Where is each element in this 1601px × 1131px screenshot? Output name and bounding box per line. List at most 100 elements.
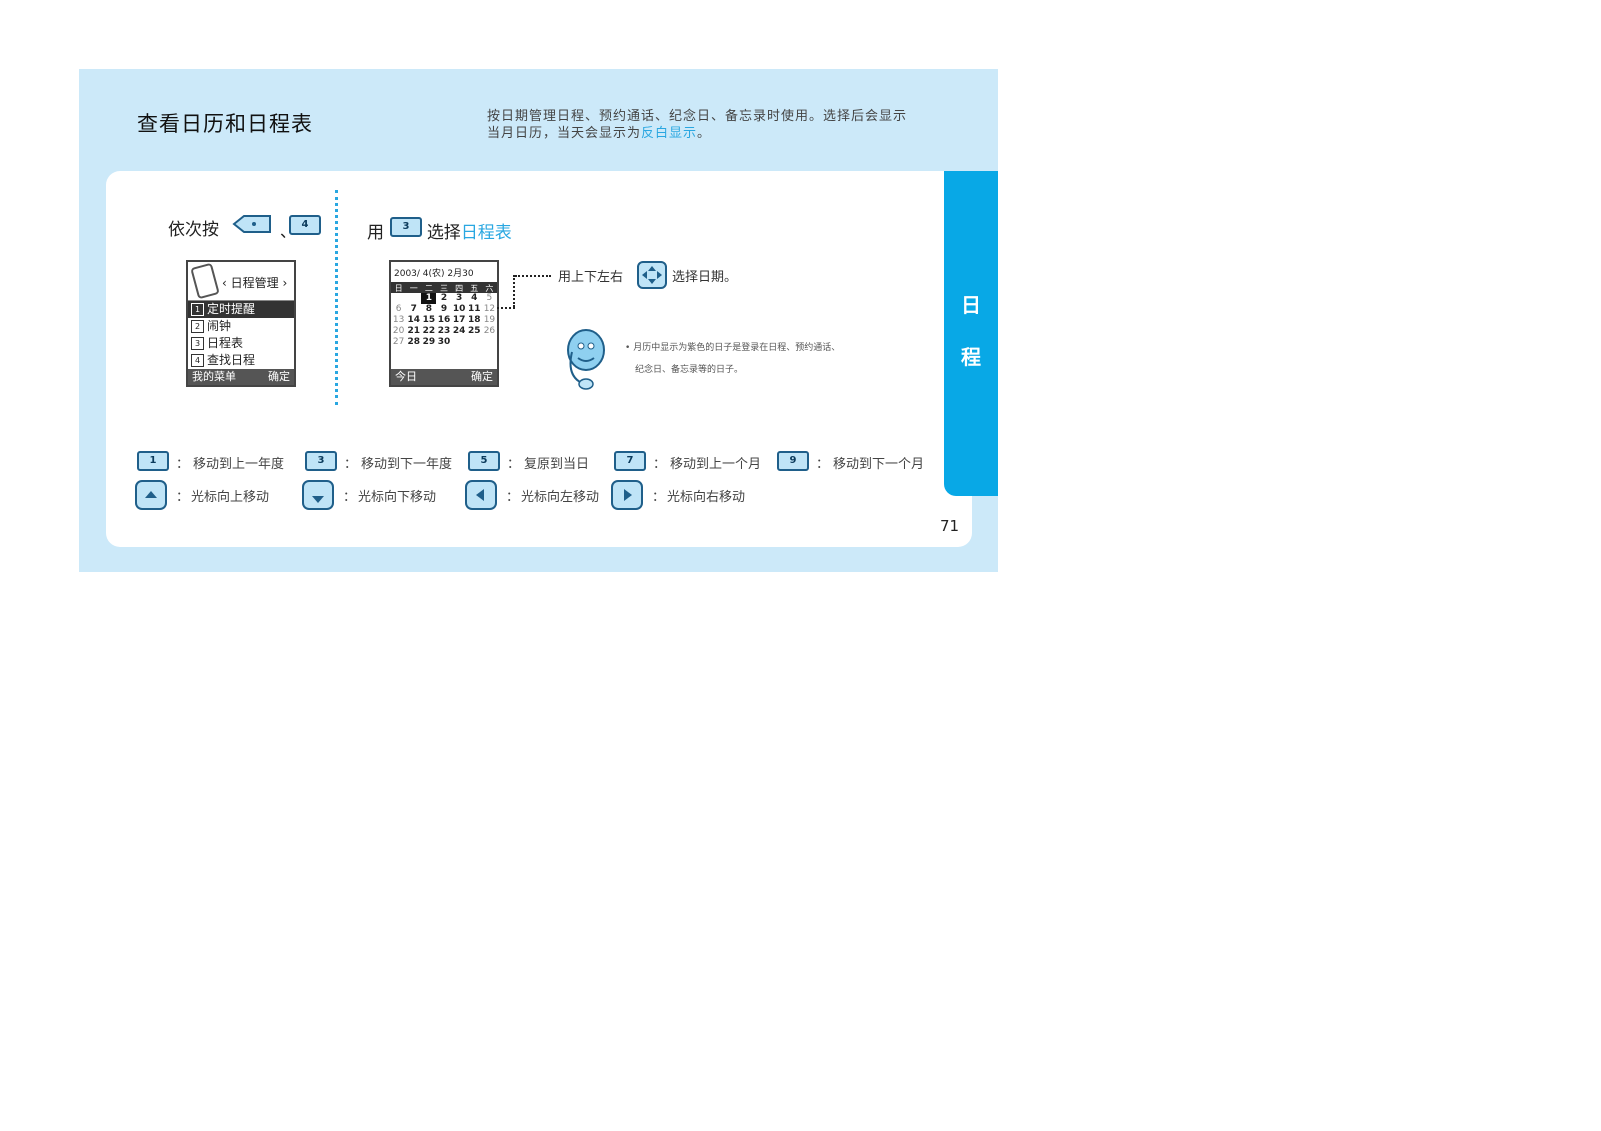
calendar-day: 9 — [440, 304, 448, 314]
calendar-week-row: 20 21 22 23 24 25 26 — [391, 326, 497, 337]
right-key-icon — [611, 480, 643, 510]
menu-item: 4 查找日程 — [188, 352, 294, 369]
down-key-icon — [302, 480, 334, 510]
key-1-icon: 1 — [137, 451, 169, 471]
menu-screen-header: ‹ 日程管理 › — [188, 262, 294, 301]
legend-text: 光标向右移动 — [667, 490, 746, 505]
menu-item: 3 日程表 — [188, 335, 294, 352]
step-divider — [335, 190, 338, 405]
menu-item-label: 闹钟 — [207, 319, 232, 333]
calendar-day: 5 — [486, 293, 493, 303]
chapter-tab-char-2: 程 — [961, 345, 981, 369]
menu-title-text: 日程管理 — [230, 276, 279, 290]
calendar-day: 14 — [407, 315, 420, 325]
menu-item: 2 闹钟 — [188, 318, 294, 335]
legend-colon: ： — [343, 490, 357, 505]
calendar-day: 4 — [471, 293, 478, 303]
page-title: 查看日历和日程表 — [137, 112, 313, 136]
intro-line-2-prefix: 当月日历，当天会显示为 — [487, 126, 642, 141]
step2-label: 用 选择日程表 — [367, 218, 512, 243]
calendar-left-soft-label: 今日 — [395, 370, 417, 383]
menu-item-number: 3 — [191, 337, 204, 350]
calendar-week-row: 27 28 29 30 — [391, 337, 497, 348]
nav-note-prefix: 用上下左右 — [558, 270, 624, 285]
weekday-label: 三 — [439, 284, 448, 293]
legend-colon: ： — [176, 457, 190, 472]
intro-highlight: 反白显示 — [641, 126, 698, 141]
legend-colon: ： — [652, 490, 666, 505]
chapter-tab: 日 程 — [944, 171, 998, 496]
menu-screen-title: ‹ 日程管理 › — [222, 276, 288, 290]
weekday-label: 六 — [485, 284, 494, 293]
intro-line-1: 按日期管理日程、预约通话、纪念日、备忘录时使用。选择后会显示 — [487, 109, 908, 124]
menu-item-label: 定时提醒 — [207, 302, 256, 316]
menu-item-number: 1 — [191, 303, 204, 316]
key-5-icon: 5 — [468, 451, 500, 471]
nav-note-suffix: 选择日期。 — [672, 270, 738, 285]
left-softkey-icon — [232, 215, 271, 233]
calendar-day: 3 — [456, 293, 463, 303]
calendar-right-soft-label: 确定 — [471, 370, 493, 383]
legend-colon: ： — [507, 457, 521, 472]
calendar-day: 26 — [483, 326, 496, 336]
callout-line — [515, 275, 551, 277]
calendar-day: 18 — [468, 315, 481, 325]
left-key-icon — [465, 480, 497, 510]
calendar-day: 27 — [392, 337, 405, 347]
intro-line-2-suffix: 。 — [697, 126, 712, 141]
calendar-day: 11 — [468, 304, 481, 314]
info-note: • 月历中显示为紫色的日子是登录在日程、预约通话、 纪念日、备忘录等的日子。 — [625, 337, 925, 381]
menu-item-label: 查找日程 — [207, 353, 256, 367]
calendar-day: 24 — [452, 326, 466, 336]
legend-text: 移动到上一年度 — [193, 457, 285, 472]
calendar-day: 29 — [422, 337, 436, 347]
calendar-day: 28 — [407, 337, 420, 347]
calendar-day: 12 — [483, 304, 496, 314]
mascot-icon — [567, 329, 605, 390]
callout-line — [513, 275, 515, 307]
menu-item-number: 2 — [191, 320, 204, 333]
calendar-day: 20 — [392, 326, 405, 336]
menu-right-soft-label: 确定 — [268, 370, 290, 383]
info-line-1: 月历中显示为紫色的日子是登录在日程、预约通话、 — [633, 343, 841, 353]
calendar-day: 19 — [483, 315, 496, 325]
step1-label: 依次按 — [168, 220, 219, 240]
key-9-icon: 9 — [777, 451, 809, 471]
chapter-tab-char-1: 日 — [961, 293, 981, 317]
calendar-day — [482, 337, 497, 348]
calendar-day: 15 — [422, 315, 436, 325]
step2-prefix: 用 — [367, 223, 384, 243]
legend-text: 光标向下移动 — [358, 490, 437, 505]
calendar-screen: 2003/ 4(农) 2月30 日一二三四五六 1 2 3 4 5 6 7 8 9 10 11 12 1… — [389, 260, 499, 387]
weekday-label: 五 — [470, 284, 479, 293]
legend-text: 光标向上移动 — [191, 490, 270, 505]
page-number: 71 — [940, 517, 960, 535]
navigation-key-icon — [637, 261, 667, 289]
key-3-icon: 3 — [305, 451, 337, 471]
up-key-icon — [135, 480, 167, 510]
calendar-day: 10 — [452, 304, 466, 314]
legend-text: 移动到上一个月 — [670, 457, 762, 472]
calendar-day: 2 — [440, 293, 448, 303]
calendar-day: 1 — [421, 293, 437, 304]
intro-line-2: 当月日历，当天会显示为反白显示。 — [487, 125, 957, 142]
calendar-day: 7 — [410, 304, 417, 314]
calendar-week-row: 12345 — [391, 293, 497, 304]
callout-line — [497, 307, 515, 309]
menu-soft-bar: 我的菜单 确定 — [188, 369, 294, 385]
calendar-day — [406, 293, 421, 304]
menu-left-soft-label: 我的菜单 — [192, 370, 236, 383]
weekday-label: 四 — [455, 284, 464, 293]
info-line-2: 纪念日、备忘录等的日子。 — [635, 365, 744, 375]
legend-colon: ： — [816, 457, 830, 472]
legend-text: 移动到下一个月 — [833, 457, 925, 472]
calendar-weekdays: 日一二三四五六 — [391, 283, 497, 293]
calendar-week-row: 13 14 15 16 17 18 19 — [391, 315, 497, 326]
calendar-day: 30 — [437, 337, 451, 347]
calendar-soft-bar: 今日 确定 — [391, 369, 497, 385]
calendar-header: 2003/ 4(农) 2月30 — [391, 262, 497, 283]
legend-text: 复原到当日 — [524, 457, 590, 472]
key-3-icon: 3 — [390, 217, 422, 237]
legend-colon: ： — [176, 490, 190, 505]
weekday-label: 一 — [409, 284, 418, 293]
